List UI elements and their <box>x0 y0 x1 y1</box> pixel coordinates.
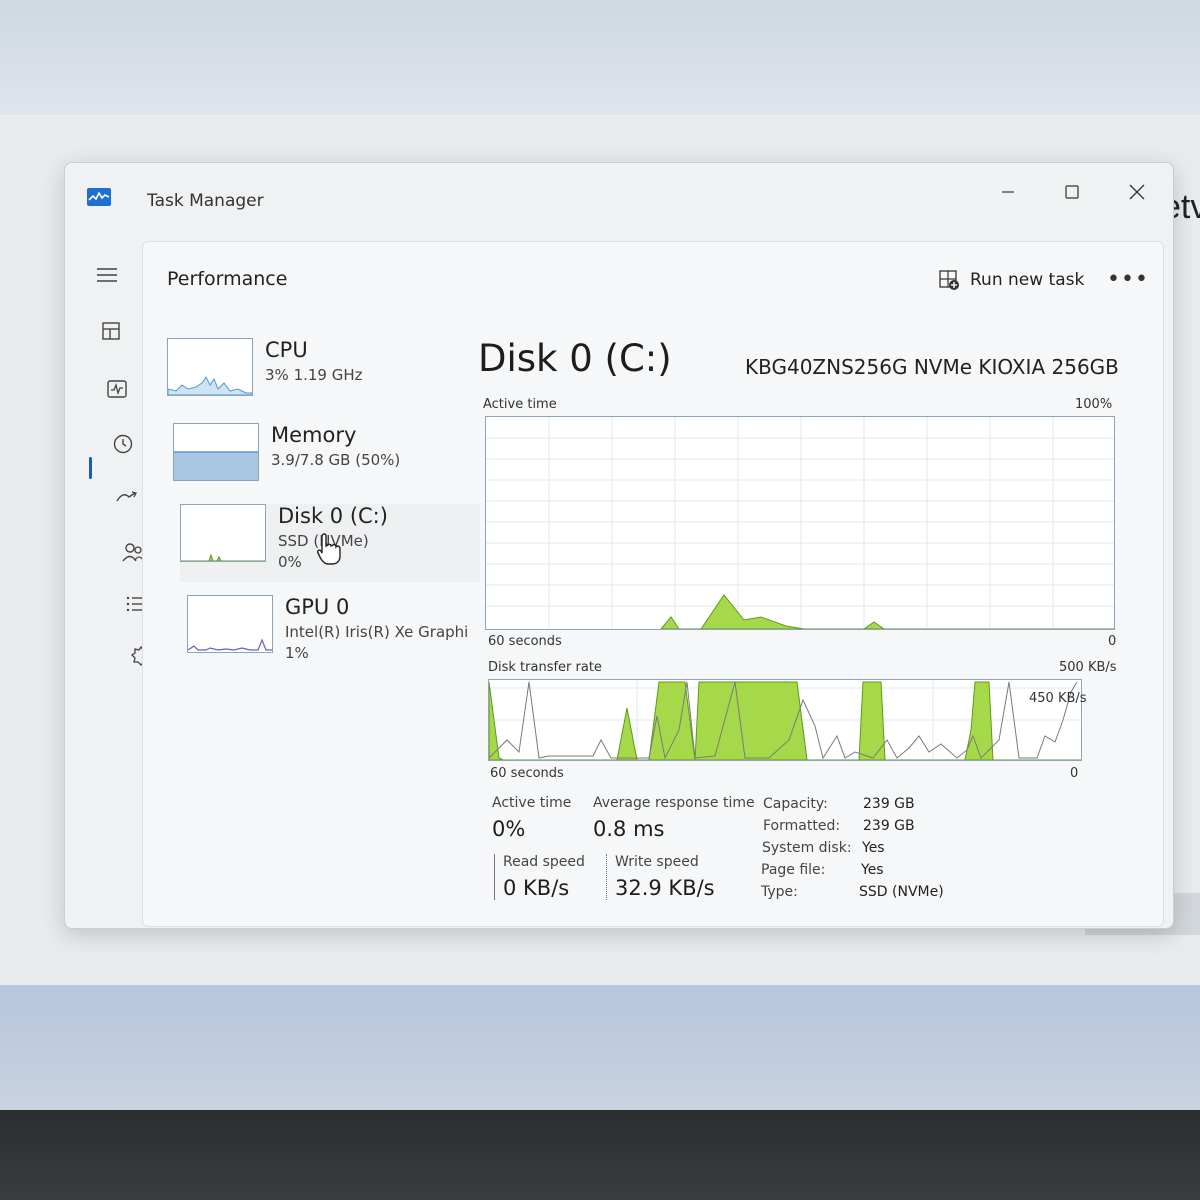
device-name: GPU 0 <box>285 595 350 619</box>
disk-thumbnail-graph <box>180 504 266 562</box>
transfer-rate-label: Disk transfer rate <box>488 660 602 675</box>
device-usage: 1% <box>285 644 309 662</box>
write-speed-divider <box>606 854 607 900</box>
type-label: Type: <box>761 884 798 900</box>
active-time-span: 60 seconds <box>488 634 562 649</box>
transfer-rate-mid: 450 KB/s <box>1029 691 1087 706</box>
page-file-value: Yes <box>861 862 884 878</box>
hand-cursor-icon <box>316 532 342 570</box>
transfer-rate-graph <box>488 679 1082 761</box>
device-stat: Intel(R) Iris(R) Xe Graphi <box>285 623 469 641</box>
active-time-stat-label: Active time <box>492 795 572 811</box>
write-speed-value: 32.9 KB/s <box>615 876 715 900</box>
run-new-task-button[interactable]: Run new task <box>938 264 1084 296</box>
read-speed-value: 0 KB/s <box>503 876 570 900</box>
device-stat: 3.9/7.8 GB (50%) <box>271 451 401 469</box>
system-disk-value: Yes <box>862 840 885 856</box>
cpu-thumbnail-graph <box>167 338 253 396</box>
navigation-rail <box>65 241 173 921</box>
write-speed-label: Write speed <box>615 854 699 870</box>
avg-response-label: Average response time <box>593 795 755 811</box>
active-time-min: 0 <box>1108 634 1117 649</box>
device-memory[interactable]: Memory 3.9/7.8 GB (50%) <box>173 423 473 501</box>
device-name: CPU <box>265 338 308 362</box>
performance-icon[interactable] <box>97 371 137 407</box>
formatted-label: Formatted: <box>763 818 841 834</box>
performance-page: Performance Run new task ••• CPU 3% 1.19… <box>142 241 1164 927</box>
system-disk-label: System disk: <box>762 840 852 856</box>
active-time-graph <box>485 416 1115 630</box>
task-manager-app-icon <box>87 188 111 206</box>
type-value: SSD (NVMe) <box>859 884 944 900</box>
window-title: Task Manager <box>147 191 264 211</box>
memory-thumbnail-graph <box>173 423 259 481</box>
photo-background <box>0 0 1200 120</box>
desktop-background <box>0 985 1200 1110</box>
close-button[interactable] <box>1117 175 1157 209</box>
capacity-value: 239 GB <box>863 796 915 812</box>
transfer-rate-max: 500 KB/s <box>1059 660 1117 675</box>
disk-model: KBG40ZNS256G NVMe KIOXIA 256GB <box>745 355 1119 379</box>
device-cpu[interactable]: CPU 3% 1.19 GHz <box>167 338 467 416</box>
device-usage: 0% <box>278 553 302 571</box>
device-stat: 3% 1.19 GHz <box>265 366 363 384</box>
run-task-icon <box>939 270 959 290</box>
read-speed-label: Read speed <box>503 854 585 870</box>
page-title: Performance <box>167 268 288 290</box>
processes-icon[interactable] <box>91 313 131 349</box>
device-name: Disk 0 (C:) <box>278 504 388 528</box>
detail-title: Disk 0 (C:) <box>478 337 672 380</box>
gpu-thumbnail-graph <box>187 595 273 653</box>
title-bar[interactable]: Task Manager <box>65 163 1173 233</box>
startup-apps-icon[interactable] <box>107 479 147 515</box>
avg-response-value: 0.8 ms <box>593 817 665 841</box>
run-new-task-label: Run new task <box>970 270 1085 290</box>
app-history-icon[interactable] <box>103 426 143 462</box>
page-file-label: Page file: <box>761 862 826 878</box>
active-time-max: 100% <box>1075 397 1113 412</box>
read-speed-divider <box>494 854 495 900</box>
device-gpu-0[interactable]: GPU 0 Intel(R) Iris(R) Xe Graphi 1% <box>187 595 487 673</box>
active-nav-indicator <box>89 457 92 479</box>
menu-icon[interactable] <box>87 257 127 293</box>
task-manager-window: Task Manager Performance Run new task ••… <box>64 162 1174 929</box>
transfer-rate-min: 0 <box>1070 766 1079 781</box>
transfer-rate-span: 60 seconds <box>490 766 564 781</box>
minimize-button[interactable] <box>988 175 1028 209</box>
more-options-button[interactable]: ••• <box>1107 264 1148 294</box>
formatted-value: 239 GB <box>863 818 915 834</box>
capacity-label: Capacity: <box>763 796 828 812</box>
maximize-button[interactable] <box>1052 175 1092 209</box>
active-time-stat-value: 0% <box>492 817 526 841</box>
laptop-bezel <box>0 1110 1200 1200</box>
device-name: Memory <box>271 423 357 447</box>
active-time-label: Active time <box>483 397 557 412</box>
